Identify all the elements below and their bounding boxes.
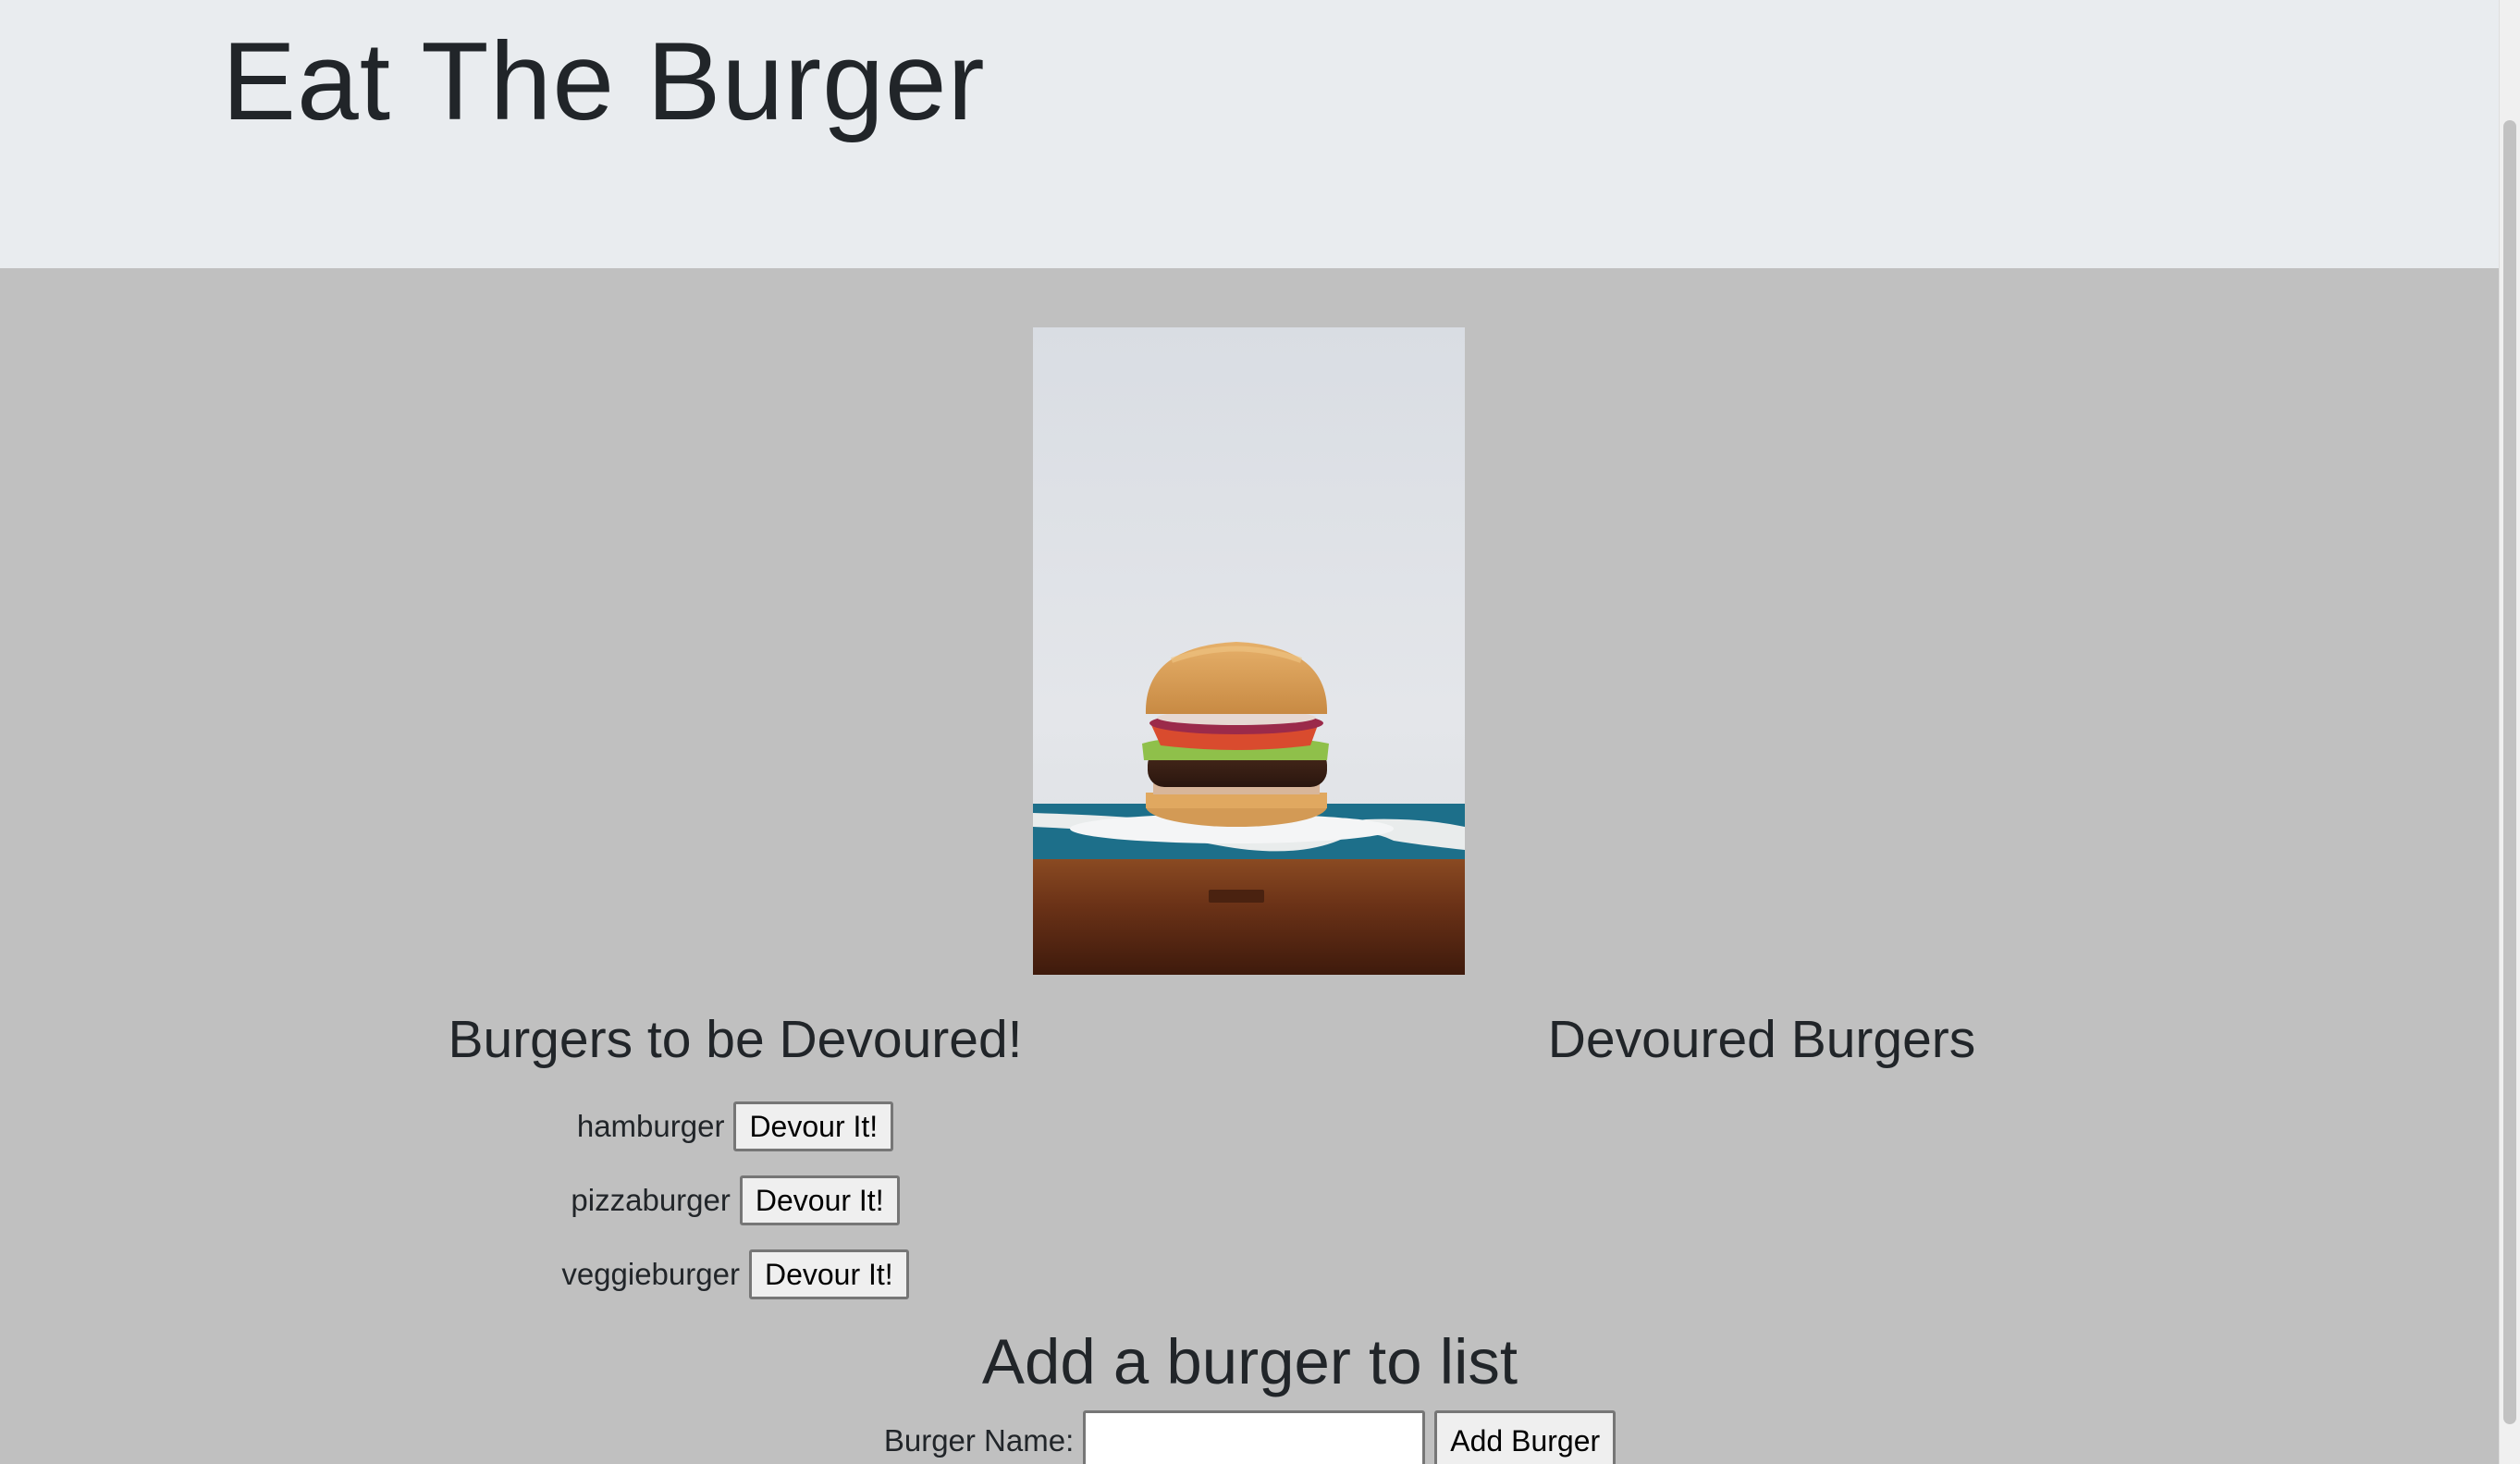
vertical-scrollbar[interactable]: [2499, 0, 2520, 1464]
add-burger-form: Burger Name: Add Burger: [0, 1410, 2500, 1464]
list-item: hamburger Devour It!: [388, 1089, 1082, 1163]
add-burger-button[interactable]: Add Burger: [1434, 1410, 1616, 1464]
devour-button[interactable]: Devour It!: [739, 1175, 900, 1226]
page-title: Eat The Burger: [222, 19, 986, 143]
burger-photo: [1033, 327, 1465, 975]
list-item: veggieburger Devour It!: [388, 1237, 1082, 1311]
devour-button[interactable]: Devour It!: [748, 1249, 909, 1300]
scrollbar-thumb[interactable]: [2503, 120, 2516, 1424]
burger-name: veggieburger: [561, 1257, 740, 1291]
burger-name: hamburger: [576, 1109, 725, 1143]
list-item: pizzaburger Devour It!: [388, 1163, 1082, 1237]
burger-list-to-devour: hamburger Devour It! pizzaburger Devour …: [388, 1089, 1082, 1311]
page: Eat The Burger Burgers to be Devoured! D…: [0, 0, 2520, 1464]
burger-name-input[interactable]: [1083, 1410, 1426, 1464]
to-devour-heading: Burgers to be Devoured!: [448, 1010, 1023, 1069]
jumbotron-header: Eat The Burger: [0, 0, 2500, 268]
burger-name-label: Burger Name:: [883, 1423, 1075, 1458]
devoured-heading: Devoured Burgers: [1547, 1010, 1976, 1069]
add-burger-heading: Add a burger to list: [981, 1326, 1518, 1397]
burger-name: pizzaburger: [571, 1183, 731, 1217]
devour-button[interactable]: Devour It!: [733, 1101, 894, 1152]
